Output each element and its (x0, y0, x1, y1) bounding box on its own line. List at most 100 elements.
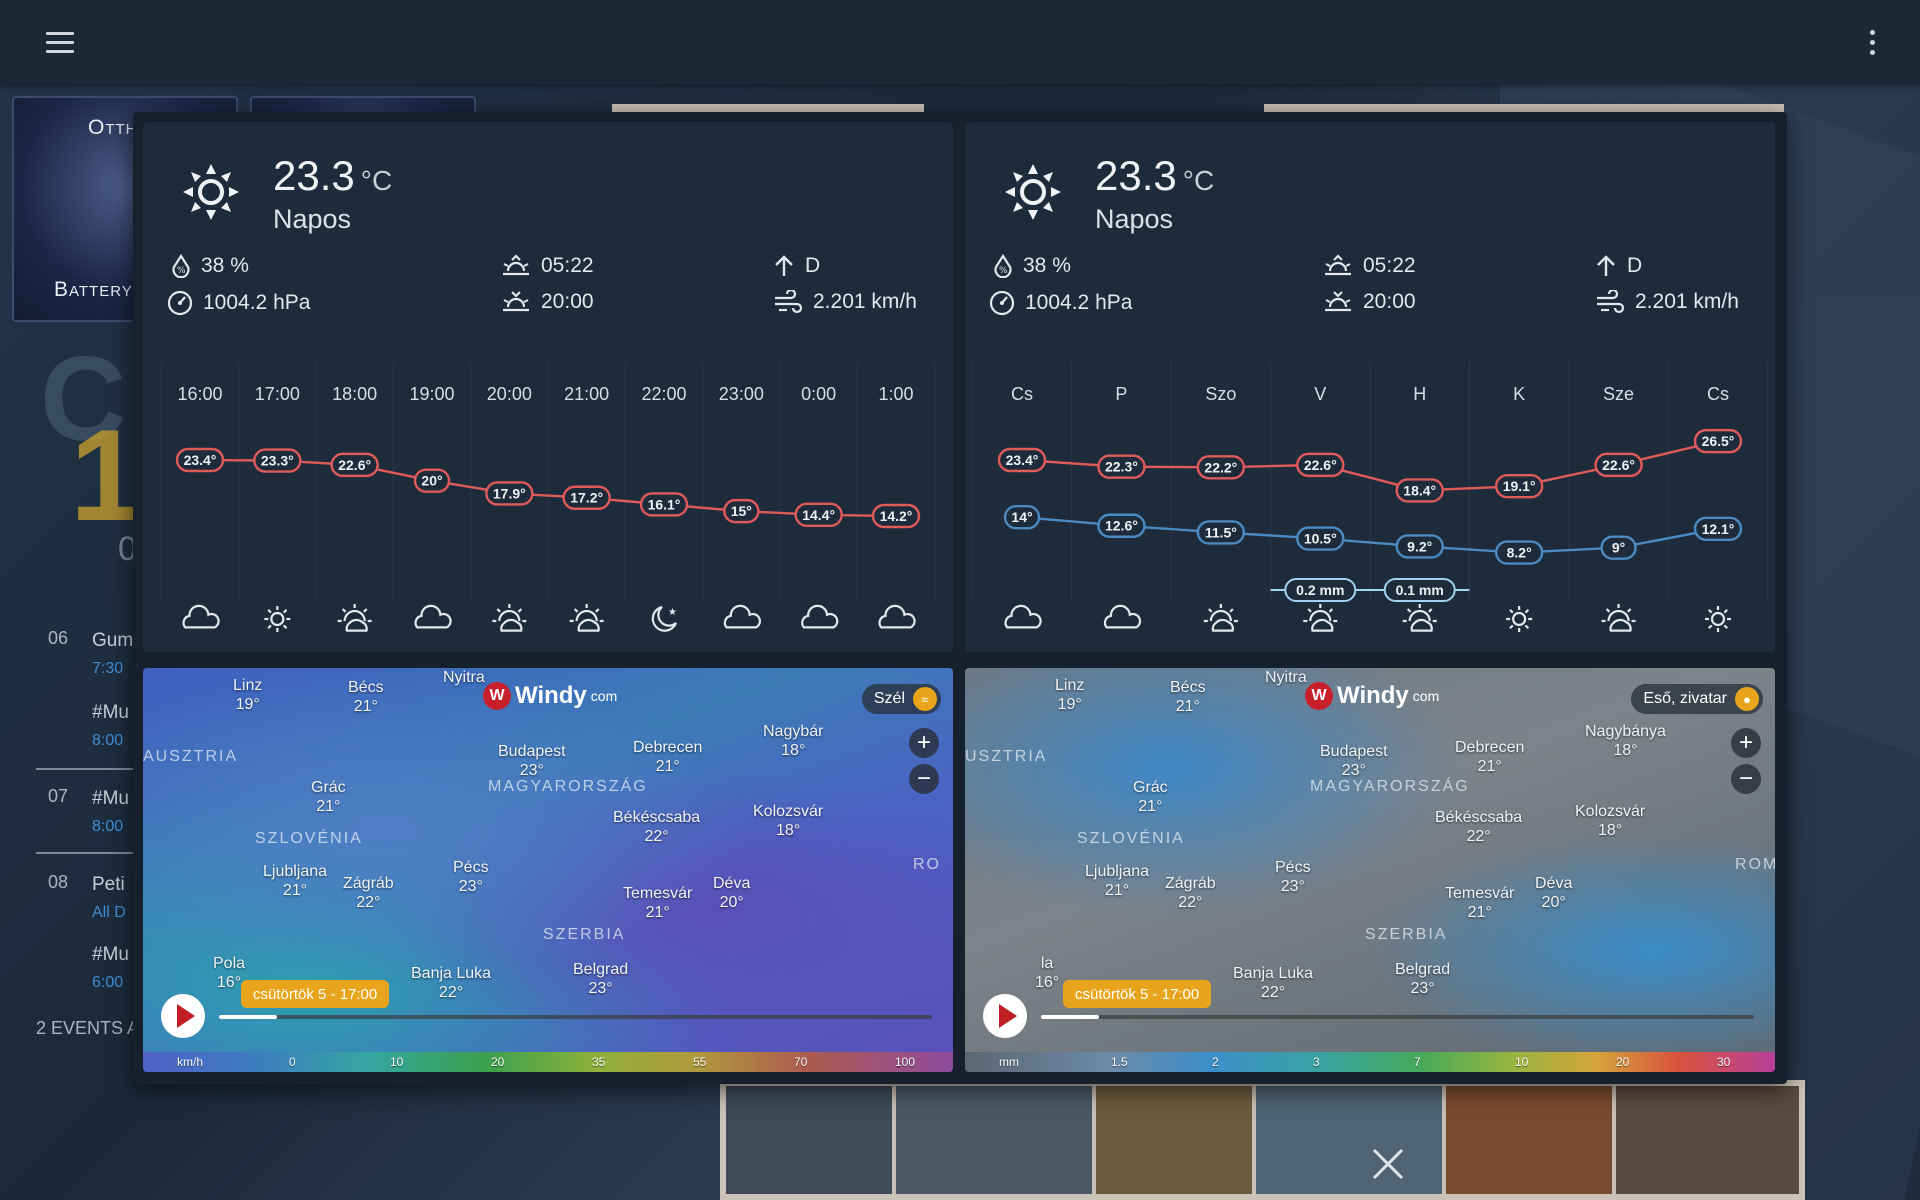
svg-text:10.5°: 10.5° (1304, 531, 1337, 547)
event-title[interactable]: #Mu (92, 702, 129, 724)
rain-map[interactable]: W Windy com Eső, zivatar ● + − csütörtök … (965, 668, 1775, 1072)
x-tick-label: K (1513, 384, 1525, 404)
wind-legend-scale: km/h 0 10 20 35 55 70 100 (143, 1052, 953, 1072)
svg-text:22.6°: 22.6° (1304, 457, 1337, 473)
event-time: 8:00 (92, 818, 124, 835)
timeline-slider[interactable] (219, 1015, 932, 1019)
legend-tick-label: 100 (895, 1055, 916, 1069)
map-city-label: Kolozsvár 18° (1575, 803, 1646, 839)
temperature-label: 18.4° (1395, 478, 1444, 503)
event-time: 7:30 (92, 660, 124, 677)
wind-map[interactable]: W Windy com Szél ≈ + − csütörtök 5 - 17:0… (143, 668, 953, 1072)
event-time: 6:00 (92, 974, 124, 991)
menu-icon[interactable] (46, 32, 74, 54)
temperature-label: 9.2° (1395, 534, 1444, 559)
more-options-icon[interactable] (1868, 30, 1876, 56)
svg-text:12.6°: 12.6° (1105, 518, 1138, 534)
svg-text:9°: 9° (1612, 540, 1625, 556)
timeline-time-label[interactable]: csütörtök 5 - 17:00 (1063, 980, 1212, 1008)
map-city-label: Belgrad 23° (573, 961, 629, 997)
temperature-label: 16.1° (639, 492, 689, 517)
top-app-bar (0, 0, 1920, 84)
map-city-label: Nagybár 18° (763, 723, 824, 759)
windy-logo[interactable]: W Windy com (483, 682, 617, 710)
x-tick-label: Cs (1011, 384, 1033, 404)
map-city-label: Pécs 23° (1275, 859, 1311, 895)
event-title[interactable]: #Mu (92, 944, 129, 966)
event-time: All D (92, 904, 126, 921)
windy-logo[interactable]: W Windy com (1305, 682, 1439, 710)
partly-sunny-icon (337, 604, 372, 632)
partly-sunny-icon (1303, 604, 1338, 632)
map-city-label: Nyitra (1265, 669, 1307, 686)
svg-text:★: ★ (668, 607, 677, 618)
layer-selector-button[interactable]: Eső, zivatar ● (1631, 684, 1763, 714)
temperature-label: 17.2° (562, 485, 611, 510)
play-button[interactable] (161, 994, 205, 1038)
zoom-in-button[interactable]: + (1731, 728, 1761, 758)
map-city-label: Kolozsvár 18° (753, 803, 824, 839)
legend-unit: mm (999, 1055, 1019, 1069)
hourly-forecast-panel: 23.3 °C Napos % 38 % 1004.2 hPa 05:22 20:… (143, 122, 953, 652)
legend-tick-label: 10 (1515, 1055, 1529, 1069)
legend-tick-label: 30 (1717, 1055, 1731, 1069)
temperature-label: 11.5° (1196, 520, 1246, 545)
partly-sunny-icon (1402, 604, 1437, 632)
legend-tick-label: 2 (1212, 1055, 1219, 1069)
svg-text:20°: 20° (421, 473, 442, 489)
timeline-slider[interactable] (1041, 1015, 1754, 1019)
hourly-temperature-chart: 16:00 17:00 18:00 19:00 20:00 21:00 22:00 23:00… (160, 362, 936, 632)
x-tick-label: 20:00 (487, 384, 532, 404)
timeline-time-label[interactable]: csütörtök 5 - 17:00 (241, 980, 390, 1008)
svg-text:14°: 14° (1011, 509, 1032, 525)
svg-text:11.5°: 11.5° (1205, 524, 1237, 540)
map-city-label: Déva 20° (713, 875, 751, 911)
layer-selector-button[interactable]: Szél ≈ (861, 684, 941, 714)
event-title[interactable]: Gum (92, 630, 133, 652)
legend-tick-label: 35 (592, 1055, 606, 1069)
svg-text:22.3°: 22.3° (1105, 459, 1138, 475)
legend-tick-label: 20 (491, 1055, 505, 1069)
temperature-label: 9° (1600, 535, 1637, 560)
map-city-label: Grác 21° (1133, 779, 1168, 815)
legend-unit: km/h (177, 1055, 204, 1069)
svg-text:23.4°: 23.4° (1006, 452, 1039, 468)
map-city-label: Pécs 23° (453, 859, 489, 895)
map-city-label: Temesvár 21° (623, 885, 693, 921)
legend-tick-label: 3 (1313, 1055, 1320, 1069)
current-temperature: 23.3 °C (273, 152, 393, 199)
partly-sunny-icon (492, 604, 527, 632)
map-country-label: MAGYARORSZÁG (1310, 778, 1470, 795)
fan-icon[interactable] (1370, 1146, 1406, 1182)
zoom-in-button[interactable]: + (909, 728, 939, 758)
weather-popup: 23.3 °C Napos % 38 % 1004.2 hPa 05:22 20:… (133, 112, 1787, 1084)
temperature-label: 22.6° (1594, 452, 1643, 478)
event-title[interactable]: Peti (92, 874, 125, 896)
partly-sunny-icon (1203, 604, 1238, 632)
x-tick-label: 18:00 (332, 384, 377, 404)
map-country-label: SZERBIA (543, 926, 626, 943)
legend-tick-label: 1.5 (1111, 1055, 1128, 1069)
sun-icon (264, 606, 291, 632)
cloud-icon (878, 604, 916, 629)
temperature-label: 17.9° (485, 481, 534, 506)
play-button[interactable] (983, 994, 1027, 1038)
partly-sunny-icon (569, 604, 604, 632)
zoom-out-button[interactable]: − (909, 764, 939, 794)
partly-sunny-icon (1601, 604, 1636, 632)
map-country-label: SZLOVÉNIA (1077, 830, 1185, 847)
zoom-out-button[interactable]: − (1731, 764, 1761, 794)
svg-text:18.4°: 18.4° (1403, 482, 1436, 498)
map-city-label: Bécs 21° (348, 679, 384, 715)
svg-text:23.3°: 23.3° (261, 453, 294, 469)
temperature-label: 23.4° (997, 447, 1047, 473)
x-tick-label: 21:00 (564, 384, 609, 404)
map-city-label: Temesvár 21° (1445, 885, 1515, 921)
map-city-label: Linz 19° (233, 677, 263, 713)
event-title[interactable]: #Mu (92, 788, 129, 810)
daily-forecast-panel: 23.3 °C Napos % 38 % 1004.2 hPa 05:22 20:… (965, 122, 1775, 652)
divider (36, 852, 146, 854)
svg-text:22.6°: 22.6° (1602, 457, 1635, 473)
map-city-label: Banja Luka 22° (411, 965, 492, 1001)
map-city-label: Békéscsaba 22° (613, 809, 701, 845)
